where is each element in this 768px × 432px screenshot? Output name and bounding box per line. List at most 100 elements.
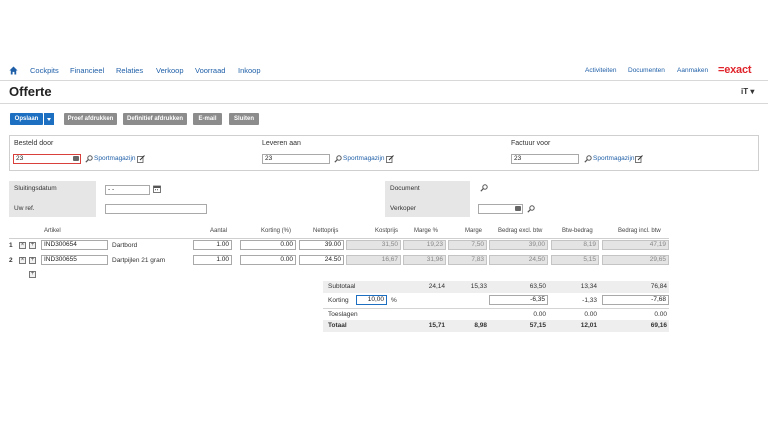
discount-vat: -1,33 xyxy=(582,297,597,304)
margin-pct-field: 31,96 xyxy=(403,255,446,265)
subtotal-vat: 13,34 xyxy=(580,283,597,290)
net-price-input[interactable]: 39.00 xyxy=(299,240,344,250)
search-icon[interactable] xyxy=(85,155,93,163)
remove-icon[interactable]: × xyxy=(19,257,26,264)
deliver-to-input[interactable]: 23 xyxy=(262,154,330,164)
total-margin: 8,98 xyxy=(474,322,487,329)
nav-cockpits[interactable]: Cockpits xyxy=(30,66,59,75)
exact-logo: =exact xyxy=(718,64,752,76)
amount-excl-field: 24,50 xyxy=(489,255,548,265)
email-button[interactable]: E-mail xyxy=(193,113,222,125)
quantity-input[interactable]: 1.00 xyxy=(193,240,232,250)
nav-voorraad[interactable]: Voorraad xyxy=(195,66,225,75)
final-print-button[interactable]: Definitief afdrukken xyxy=(123,113,187,125)
invoice-to-input[interactable]: 23 xyxy=(511,154,579,164)
add-icon[interactable]: + xyxy=(29,242,36,249)
surcharge-excl: 0.00 xyxy=(533,311,546,318)
close-button[interactable]: Sluiten xyxy=(229,113,259,125)
save-button[interactable]: Opslaan xyxy=(10,113,43,125)
subtotal-incl: 76,84 xyxy=(650,283,667,290)
col-kostprijs: Kostprijs xyxy=(375,228,399,234)
discount-excl-input[interactable]: -6,35 xyxy=(489,295,548,305)
nav-aanmaken[interactable]: Aanmaken xyxy=(677,67,708,74)
calendar-icon[interactable] xyxy=(153,185,161,193)
net-price-input[interactable]: 24.50 xyxy=(299,255,344,265)
search-icon[interactable] xyxy=(527,205,535,213)
nav-activiteiten[interactable]: Activiteiten xyxy=(585,67,616,74)
remove-icon[interactable]: × xyxy=(19,242,26,249)
col-bedrag-incl: Bedrag incl. btw xyxy=(618,228,661,234)
amount-excl-field: 39,00 xyxy=(489,240,548,250)
home-icon[interactable] xyxy=(9,66,18,75)
proof-print-button[interactable]: Proef afdrukken xyxy=(64,113,117,125)
col-marge: Marge xyxy=(465,228,483,234)
closing-date-input[interactable]: - - xyxy=(105,185,150,195)
ordered-by-company-link[interactable]: Sportmagazijn xyxy=(94,155,136,162)
row-number: 2 xyxy=(9,257,13,264)
cost-price-field: 16,67 xyxy=(346,255,401,265)
language-selector[interactable]: iT ▾ xyxy=(741,87,754,96)
discount-percent-input[interactable]: 10,00 xyxy=(356,295,387,305)
discount-label: Korting xyxy=(328,297,349,304)
amount-incl-field: 29,65 xyxy=(602,255,669,265)
row-number: 1 xyxy=(9,242,13,249)
lookup-icon[interactable] xyxy=(73,156,79,161)
nav-inkoop[interactable]: Inkoop xyxy=(238,66,261,75)
your-ref-label: Uw ref. xyxy=(14,205,35,212)
add-icon[interactable]: + xyxy=(29,257,36,264)
nav-verkoop[interactable]: Verkoop xyxy=(156,66,184,75)
subtotal-margin: 15,33 xyxy=(470,283,487,290)
grid-header-divider xyxy=(9,238,669,239)
margin-field: 7,83 xyxy=(448,255,487,265)
surcharge-incl: 0.00 xyxy=(654,311,667,318)
col-korting: Korting (%) xyxy=(261,228,292,234)
col-aantal: Aantal xyxy=(210,228,228,234)
total-excl: 57,15 xyxy=(529,322,546,329)
nav-relaties[interactable]: Relaties xyxy=(116,66,143,75)
quantity-input[interactable]: 1.00 xyxy=(193,255,232,265)
col-bedrag-excl: Bedrag excl. btw xyxy=(498,228,543,234)
ordered-by-input[interactable]: 23 xyxy=(13,154,81,164)
total-label: Totaal xyxy=(328,322,347,329)
discount-unit: % xyxy=(391,297,397,304)
discount-input[interactable]: 0.00 xyxy=(240,255,296,265)
edit-icon[interactable] xyxy=(386,155,394,163)
your-ref-input[interactable] xyxy=(105,204,207,214)
cost-price-field: 31,50 xyxy=(346,240,401,250)
deliver-to-company-link[interactable]: Sportmagazijn xyxy=(343,155,385,162)
title-divider xyxy=(0,103,768,104)
item-code-input[interactable]: IND300655 xyxy=(41,255,108,265)
search-icon[interactable] xyxy=(584,155,592,163)
nav-divider xyxy=(0,80,768,81)
search-icon[interactable] xyxy=(334,155,342,163)
surcharge-label: Toeslagen xyxy=(328,311,358,318)
closing-date-label: Sluitingsdatum xyxy=(14,185,57,192)
save-dropdown-button[interactable] xyxy=(43,113,54,125)
search-icon[interactable] xyxy=(480,184,488,192)
subtotal-label: Subtotaal xyxy=(328,283,356,290)
top-nav: Cockpits Financieel Relaties Verkoop Voo… xyxy=(0,63,768,79)
ordered-by-label: Besteld door xyxy=(14,140,54,147)
deliver-to-label: Leveren aan xyxy=(262,140,301,147)
discount-incl-input[interactable]: -7,68 xyxy=(602,295,669,305)
page-title: Offerte xyxy=(9,84,52,99)
subtotal-margin-pct: 24,14 xyxy=(428,283,445,290)
total-incl: 69,16 xyxy=(650,322,667,329)
nav-financieel[interactable]: Financieel xyxy=(70,66,104,75)
lookup-icon[interactable] xyxy=(515,206,521,211)
invoice-to-label: Factuur voor xyxy=(511,140,551,147)
discount-input[interactable]: 0.00 xyxy=(240,240,296,250)
edit-icon[interactable] xyxy=(635,155,643,163)
amount-incl-field: 47,19 xyxy=(602,240,669,250)
item-code-input[interactable]: IND300654 xyxy=(41,240,108,250)
edit-icon[interactable] xyxy=(137,155,145,163)
invoice-to-company-link[interactable]: Sportmagazijn xyxy=(593,155,635,162)
document-label: Document xyxy=(390,185,420,192)
seller-label: Verkoper xyxy=(390,205,417,212)
add-row-icon[interactable]: + xyxy=(29,271,36,278)
item-description: Dartpijlen 21 gram xyxy=(112,257,166,264)
total-vat: 12,01 xyxy=(580,322,597,329)
nav-documenten[interactable]: Documenten xyxy=(628,67,665,74)
surcharge-vat: 0.00 xyxy=(584,311,597,318)
vat-field: 8,19 xyxy=(551,240,599,250)
